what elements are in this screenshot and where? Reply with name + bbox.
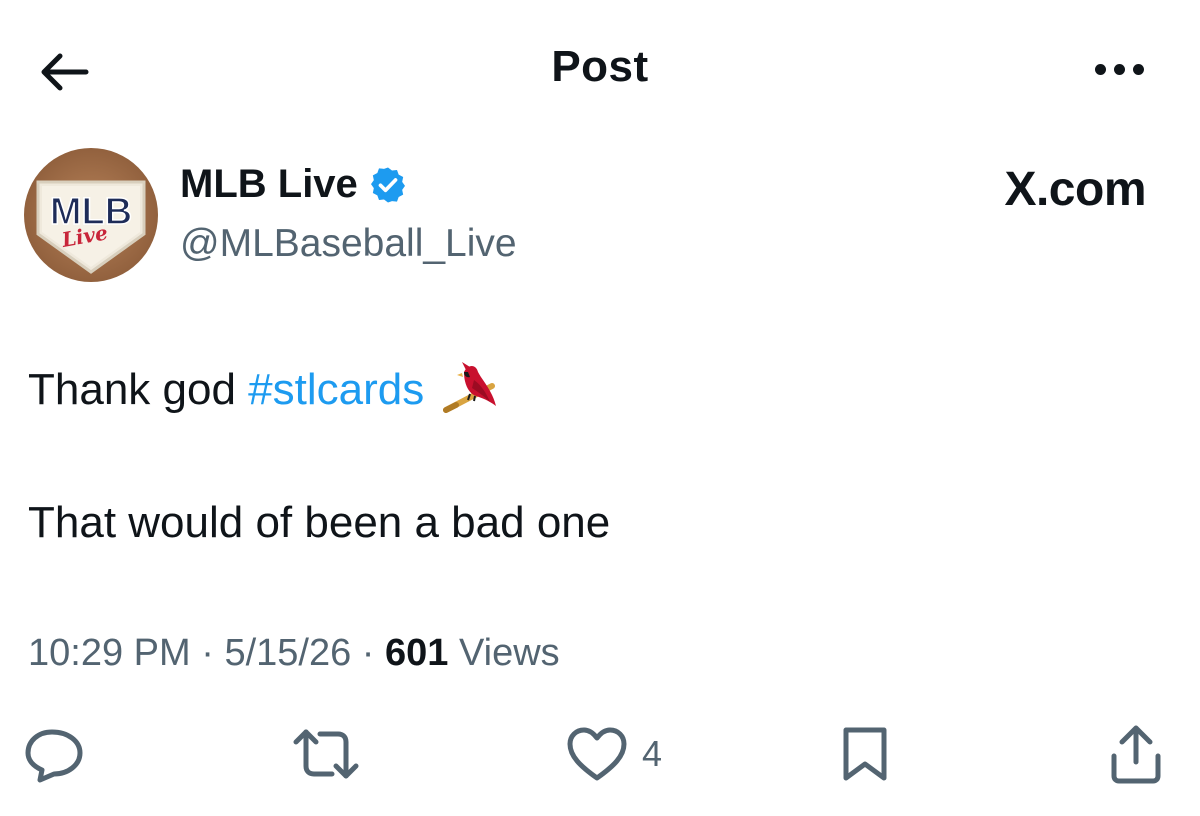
bookmark-icon — [843, 727, 887, 781]
x-com-watermark: X.com — [1004, 163, 1146, 216]
hashtag-link[interactable]: #stlcards — [248, 365, 424, 414]
repost-icon — [293, 729, 359, 779]
views-label: Views — [458, 632, 560, 674]
tweet-text-line-2: That would of been a bad one — [28, 498, 611, 547]
mlb-live-logo-icon: MLB Live — [24, 148, 158, 282]
cardinal-on-bat-icon — [443, 362, 497, 413]
tweet-meta: 10:29 PM · 5/15/26 · 601 Views — [28, 632, 560, 675]
reply-icon — [25, 729, 83, 783]
reply-button[interactable] — [22, 722, 86, 786]
views-count: 601 — [385, 632, 449, 674]
heart-icon — [567, 727, 627, 781]
more-options-button[interactable] — [1084, 54, 1154, 84]
more-dot-icon — [1094, 63, 1106, 75]
author-handle[interactable]: @MLBaseball_Live — [180, 222, 517, 266]
share-icon — [1111, 725, 1161, 784]
tweet-text-line-1: Thank god #stlcards — [28, 360, 500, 416]
repost-button[interactable] — [292, 722, 360, 786]
author-name-row[interactable]: MLB Live — [180, 162, 408, 207]
timestamp-time[interactable]: 10:29 PM — [28, 632, 191, 674]
meta-separator: · — [201, 632, 214, 674]
verified-badge-icon — [370, 167, 405, 202]
share-button[interactable] — [1104, 722, 1168, 786]
more-dot-icon — [1132, 63, 1144, 75]
tweet-text: Thank god — [28, 365, 236, 414]
like-button[interactable]: 4 — [566, 722, 662, 786]
like-count: 4 — [642, 733, 663, 774]
avatar[interactable]: MLB Live — [24, 148, 158, 282]
author-name: MLB Live — [180, 162, 358, 206]
meta-separator: · — [361, 632, 375, 674]
page-title: Post — [551, 42, 649, 91]
bookmark-button[interactable] — [836, 722, 894, 786]
timestamp-date[interactable]: 5/15/26 — [224, 632, 351, 674]
more-dot-icon — [1113, 63, 1125, 75]
